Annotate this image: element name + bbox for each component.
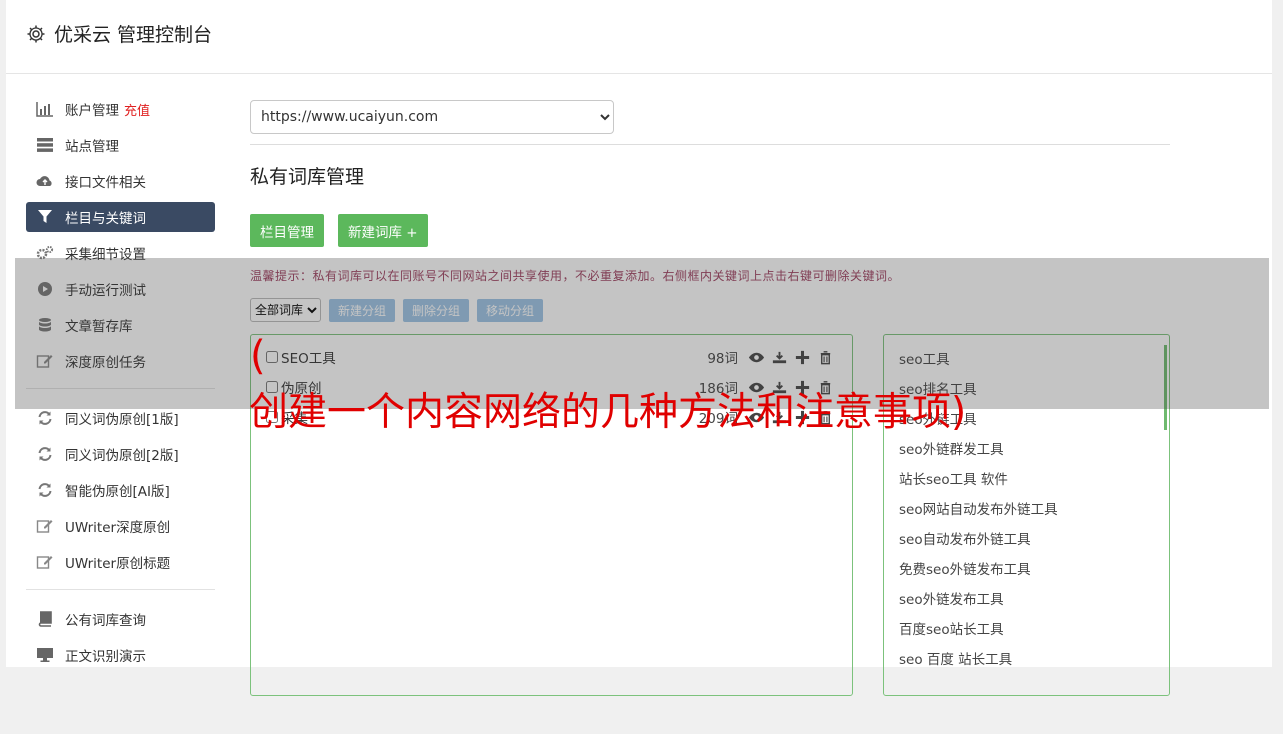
sidebar-item-label: 账户管理 <box>65 103 119 119</box>
edit-icon <box>36 556 53 569</box>
sidebar-item-manual-run[interactable]: 手动运行测试 <box>26 274 215 304</box>
gear-icon <box>27 25 45 42</box>
delete-group-button[interactable]: 删除分组 <box>403 298 470 322</box>
sidebar-item-label: 手动运行测试 <box>65 283 146 299</box>
edit-icon <box>36 520 53 533</box>
keyword-item[interactable]: seo自动发布外链工具 <box>884 525 1169 555</box>
sidebar: 账户管理 充值 站点管理 接口文件相关 栏目与关键词 采集细节设置 手动运行测试… <box>26 94 215 676</box>
sidebar-item-label: 栏目与关键词 <box>65 211 146 227</box>
keyword-item[interactable]: 百度seo站长工具 <box>884 615 1169 645</box>
sidebar-item-ai-original[interactable]: 智能伪原创[AI版] <box>26 475 215 505</box>
top-bar: 优采云 管理控制台 <box>6 0 1272 74</box>
main-area: 账户管理 充值 站点管理 接口文件相关 栏目与关键词 采集细节设置 手动运行测试… <box>6 74 1272 696</box>
eye-icon[interactable] <box>748 350 765 365</box>
page-title: 私有词库管理 <box>250 166 365 188</box>
overlay-paren: ( <box>250 333 266 379</box>
sidebar-item-synonym-v1[interactable]: 同义词伪原创[1版] <box>26 403 215 433</box>
action-buttons: 栏目管理 新建词库 + <box>250 214 1170 247</box>
edit-icon <box>36 355 53 368</box>
sidebar-item-account[interactable]: 账户管理 充值 <box>26 94 215 124</box>
sidebar-item-label: 采集细节设置 <box>65 247 146 263</box>
tip-text: 温馨提示：私有词库可以在同账号不同网站之间共享使用，不必重复添加。右侧框内关键词… <box>250 269 901 283</box>
refresh-icon <box>38 447 52 461</box>
server-icon <box>37 138 53 152</box>
download-icon[interactable] <box>771 350 788 365</box>
sidebar-item-article-store[interactable]: 文章暂存库 <box>26 310 215 340</box>
sidebar-item-label: 站点管理 <box>65 139 119 155</box>
scrollbar[interactable] <box>1164 345 1167 430</box>
sidebar-item-label: 同义词伪原创[2版] <box>65 448 179 464</box>
sidebar-item-label: UWriter深度原创 <box>65 520 171 536</box>
trash-icon[interactable] <box>817 350 834 365</box>
lexicon-count: 98词 <box>707 351 738 367</box>
sidebar-item-uwriter-title[interactable]: UWriter原创标题 <box>26 547 215 577</box>
sidebar-divider <box>26 388 215 389</box>
bar-chart-icon <box>36 102 53 117</box>
divider <box>250 144 1170 145</box>
play-circle-icon <box>38 282 52 296</box>
sidebar-item-interface[interactable]: 接口文件相关 <box>26 166 215 196</box>
keyword-item[interactable]: 站长seo工具 软件 <box>884 465 1169 495</box>
sidebar-item-label: 智能伪原创[AI版] <box>65 484 170 500</box>
keyword-list-panel: seo工具 seo排名工具 seo外链工具 seo外链群发工具 站长seo工具 … <box>883 334 1170 696</box>
keyword-item[interactable]: seo网站自动发布外链工具 <box>884 495 1169 525</box>
sidebar-item-public-lexicon[interactable]: 公有词库查询 <box>26 604 215 634</box>
database-icon <box>39 318 51 332</box>
sidebar-item-columns-keywords[interactable]: 栏目与关键词 <box>26 202 215 232</box>
overlay-headline: 创建一个内容网络的几种方法和注意事项) <box>249 390 967 435</box>
site-select[interactable]: https://www.ucaiyun.com <box>250 100 614 134</box>
cloud-upload-icon <box>36 176 52 186</box>
lexicon-filter-select[interactable]: 全部词库 <box>250 298 321 322</box>
columns-manage-button[interactable]: 栏目管理 <box>250 214 324 247</box>
refresh-icon <box>38 483 52 497</box>
keyword-item[interactable]: seo外链发布工具 <box>884 585 1169 615</box>
desktop-icon <box>37 648 53 662</box>
app-title: 优采云 管理控制台 <box>54 24 213 46</box>
keyword-item[interactable]: 免费seo外链发布工具 <box>884 555 1169 585</box>
sidebar-item-synonym-v2[interactable]: 同义词伪原创[2版] <box>26 439 215 469</box>
recharge-link[interactable]: 充值 <box>124 100 150 119</box>
brand: 优采云 管理控制台 <box>26 20 212 47</box>
sidebar-item-deep-original[interactable]: 深度原创任务 <box>26 346 215 376</box>
refresh-icon <box>38 411 52 425</box>
sidebar-divider <box>26 589 215 590</box>
keyword-item[interactable]: seo工具 <box>884 345 1169 375</box>
lexicon-row[interactable]: SEO工具 98词 <box>251 342 852 372</box>
plus-icon[interactable] <box>794 350 811 365</box>
sidebar-item-sites[interactable]: 站点管理 <box>26 130 215 160</box>
lexicon-list-panel: SEO工具 98词 伪原创 186词 采集 209词 <box>250 334 853 696</box>
keyword-item[interactable]: seo外链群发工具 <box>884 435 1169 465</box>
book-icon <box>38 611 52 627</box>
move-group-button[interactable]: 移动分组 <box>477 298 544 322</box>
sidebar-item-label: 同义词伪原创[1版] <box>65 412 179 428</box>
filter-icon <box>38 210 52 223</box>
gears-icon <box>36 245 54 260</box>
lexicon-name: SEO工具 <box>281 351 336 367</box>
sidebar-item-uwriter-deep[interactable]: UWriter深度原创 <box>26 511 215 541</box>
sidebar-item-label: 公有词库查询 <box>65 613 146 629</box>
sidebar-item-label: 正文识别演示 <box>65 649 146 665</box>
sidebar-item-collect-settings[interactable]: 采集细节设置 <box>26 238 215 268</box>
group-toolbar: 全部词库 新建分组 删除分组 移动分组 <box>250 298 1170 322</box>
sidebar-item-text-recognition[interactable]: 正文识别演示 <box>26 640 215 670</box>
new-group-button[interactable]: 新建分组 <box>329 298 396 322</box>
sidebar-item-label: 文章暂存库 <box>65 319 133 335</box>
sidebar-item-label: 深度原创任务 <box>65 355 146 371</box>
new-lexicon-button[interactable]: 新建词库 + <box>338 214 428 247</box>
sidebar-item-label: UWriter原创标题 <box>65 556 171 572</box>
sidebar-item-label: 接口文件相关 <box>65 175 146 191</box>
keyword-list: seo工具 seo排名工具 seo外链工具 seo外链群发工具 站长seo工具 … <box>884 335 1169 675</box>
lexicon-checkbox[interactable] <box>266 351 278 363</box>
keyword-item[interactable]: seo 百度 站长工具 <box>884 645 1169 675</box>
